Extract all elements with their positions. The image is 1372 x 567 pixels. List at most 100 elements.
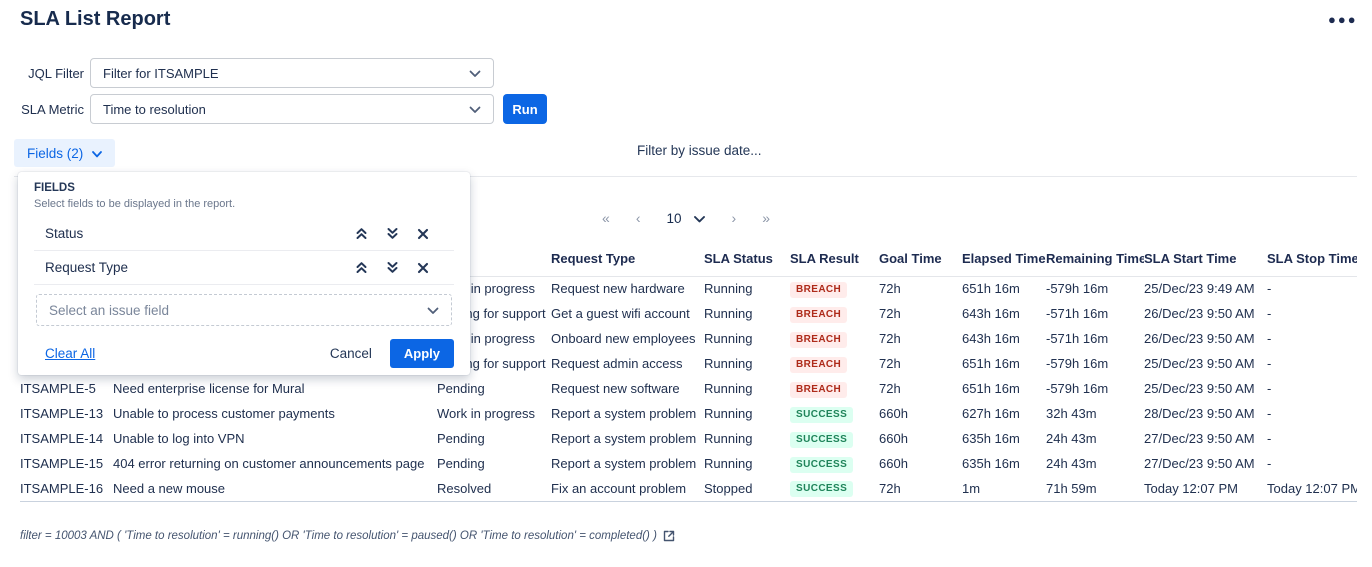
cell-remaining-time: -579h 16m	[1046, 276, 1144, 301]
sla-result-badge: BREACH	[790, 332, 847, 348]
page-size-select[interactable]: 10	[666, 211, 704, 226]
cell-elapsed-time: 651h 16m	[962, 351, 1046, 376]
fields-popup-title: FIELDS	[34, 182, 454, 194]
move-field-bottom-icon[interactable]	[385, 227, 399, 241]
move-field-top-icon[interactable]	[354, 227, 368, 241]
cell-remaining-time: 24h 43m	[1046, 426, 1144, 451]
cell-request-type: Onboard new employees	[551, 326, 704, 351]
last-page-button[interactable]: »	[762, 210, 769, 226]
chevron-down-icon	[92, 146, 102, 161]
run-button[interactable]: Run	[503, 94, 547, 124]
issue-date-filter-input[interactable]	[637, 143, 807, 158]
cell-remaining-time: -579h 16m	[1046, 376, 1144, 401]
remove-field-icon[interactable]	[416, 261, 430, 275]
jql-filter-select[interactable]: Filter for ITSAMPLE	[90, 58, 494, 88]
cancel-button[interactable]: Cancel	[330, 346, 372, 361]
chevron-down-icon	[469, 102, 481, 117]
cell-sla-start-time: 25/Dec/23 9:49 AM	[1144, 276, 1267, 301]
selected-field-name: Status	[45, 226, 83, 241]
cell-sla-stop-time: -	[1267, 326, 1357, 351]
sla-result-badge: SUCCESS	[790, 432, 853, 448]
chevron-down-icon	[694, 211, 705, 226]
issue-field-select[interactable]: Select an issue field	[36, 294, 452, 326]
sla-metric-value: Time to resolution	[103, 102, 206, 117]
cell-sla-stop-time: -	[1267, 351, 1357, 376]
cell-sla-stop-time: -	[1267, 401, 1357, 426]
cell-request-type: Report a system problem	[551, 451, 704, 476]
apply-button[interactable]: Apply	[390, 339, 454, 368]
cell-sla-result: SUCCESS	[790, 451, 879, 476]
jql-filter-label: JQL Filter	[0, 66, 84, 81]
move-field-top-icon[interactable]	[354, 261, 368, 275]
col-header-sla-status: SLA Status	[704, 248, 790, 276]
cell-key[interactable]: ITSAMPLE-15	[20, 451, 113, 476]
col-header-sla-result: SLA Result	[790, 248, 879, 276]
page-size-value: 10	[666, 211, 681, 226]
cell-sla-status: Running	[704, 451, 790, 476]
sla-result-badge: SUCCESS	[790, 407, 853, 423]
cell-summary: 404 error returning on customer announce…	[113, 451, 437, 476]
table-row: ITSAMPLE-14Unable to log into VPNPending…	[20, 426, 1357, 451]
cell-status: Pending	[437, 451, 551, 476]
move-field-bottom-icon[interactable]	[385, 261, 399, 275]
cell-sla-result: BREACH	[790, 301, 879, 326]
cell-status: Resolved	[437, 476, 551, 501]
cell-sla-result: SUCCESS	[790, 476, 879, 501]
cell-elapsed-time: 635h 16m	[962, 426, 1046, 451]
col-header-goal-time: Goal Time	[879, 248, 962, 276]
col-header-sla-start-time: SLA Start Time	[1144, 248, 1267, 276]
cell-goal-time: 660h	[879, 426, 962, 451]
cell-sla-status: Running	[704, 401, 790, 426]
table-row: ITSAMPLE-13Unable to process customer pa…	[20, 401, 1357, 426]
cell-goal-time: 72h	[879, 326, 962, 351]
fields-button-label: Fields (2)	[27, 146, 83, 161]
cell-request-type: Request new hardware	[551, 276, 704, 301]
cell-sla-result: SUCCESS	[790, 401, 879, 426]
remove-field-icon[interactable]	[416, 227, 430, 241]
sla-result-badge: SUCCESS	[790, 481, 853, 497]
prev-page-button[interactable]: ‹	[636, 210, 640, 226]
cell-remaining-time: 24h 43m	[1046, 451, 1144, 476]
cell-sla-status: Running	[704, 351, 790, 376]
sla-list-report-page: SLA List Report ●●● JQL Filter Filter fo…	[0, 0, 1372, 567]
more-actions-icon[interactable]: ●●●	[1328, 12, 1358, 27]
cell-remaining-time: -579h 16m	[1046, 351, 1144, 376]
sla-metric-label: SLA Metric	[0, 102, 84, 117]
cell-goal-time: 660h	[879, 451, 962, 476]
cell-sla-start-time: 26/Dec/23 9:50 AM	[1144, 301, 1267, 326]
cell-elapsed-time: 651h 16m	[962, 376, 1046, 401]
chevron-down-icon	[427, 303, 439, 318]
page-title: SLA List Report	[20, 8, 170, 31]
cell-key[interactable]: ITSAMPLE-13	[20, 401, 113, 426]
col-header-sla-stop-time: SLA Stop Time	[1267, 248, 1357, 276]
table-row: ITSAMPLE-5Need enterprise license for Mu…	[20, 376, 1357, 401]
cell-sla-status: Running	[704, 376, 790, 401]
cell-elapsed-time: 1m	[962, 476, 1046, 501]
next-page-button[interactable]: ›	[732, 210, 736, 226]
clear-all-link[interactable]: Clear All	[45, 346, 95, 361]
jql-footer-text: filter = 10003 AND ( 'Time to resolution…	[20, 530, 657, 542]
cell-sla-result: BREACH	[790, 376, 879, 401]
cell-sla-result: SUCCESS	[790, 426, 879, 451]
cell-sla-stop-time: -	[1267, 451, 1357, 476]
open-in-issue-navigator-icon[interactable]	[663, 530, 675, 542]
selected-field-row: Request Type	[34, 251, 454, 285]
cell-key[interactable]: ITSAMPLE-16	[20, 476, 113, 501]
cell-key[interactable]: ITSAMPLE-14	[20, 426, 113, 451]
cell-sla-stop-time: -	[1267, 426, 1357, 451]
cell-elapsed-time: 635h 16m	[962, 451, 1046, 476]
cell-sla-start-time: 27/Dec/23 9:50 AM	[1144, 426, 1267, 451]
cell-summary: Unable to process customer payments	[113, 401, 437, 426]
cell-key[interactable]: ITSAMPLE-5	[20, 376, 113, 401]
table-row: ITSAMPLE-16Need a new mouseResolvedFix a…	[20, 476, 1357, 501]
first-page-button[interactable]: «	[602, 210, 609, 226]
jql-footer: filter = 10003 AND ( 'Time to resolution…	[20, 530, 675, 542]
cell-sla-start-time: 27/Dec/23 9:50 AM	[1144, 451, 1267, 476]
fields-button[interactable]: Fields (2)	[14, 139, 115, 167]
sla-metric-select[interactable]: Time to resolution	[90, 94, 494, 124]
cell-sla-start-time: 26/Dec/23 9:50 AM	[1144, 326, 1267, 351]
col-header-remaining-time: Remaining Time	[1046, 248, 1144, 276]
fields-popup: FIELDS Select fields to be displayed in …	[18, 172, 470, 375]
chevron-down-icon	[469, 66, 481, 81]
cell-status: Work in progress	[437, 401, 551, 426]
